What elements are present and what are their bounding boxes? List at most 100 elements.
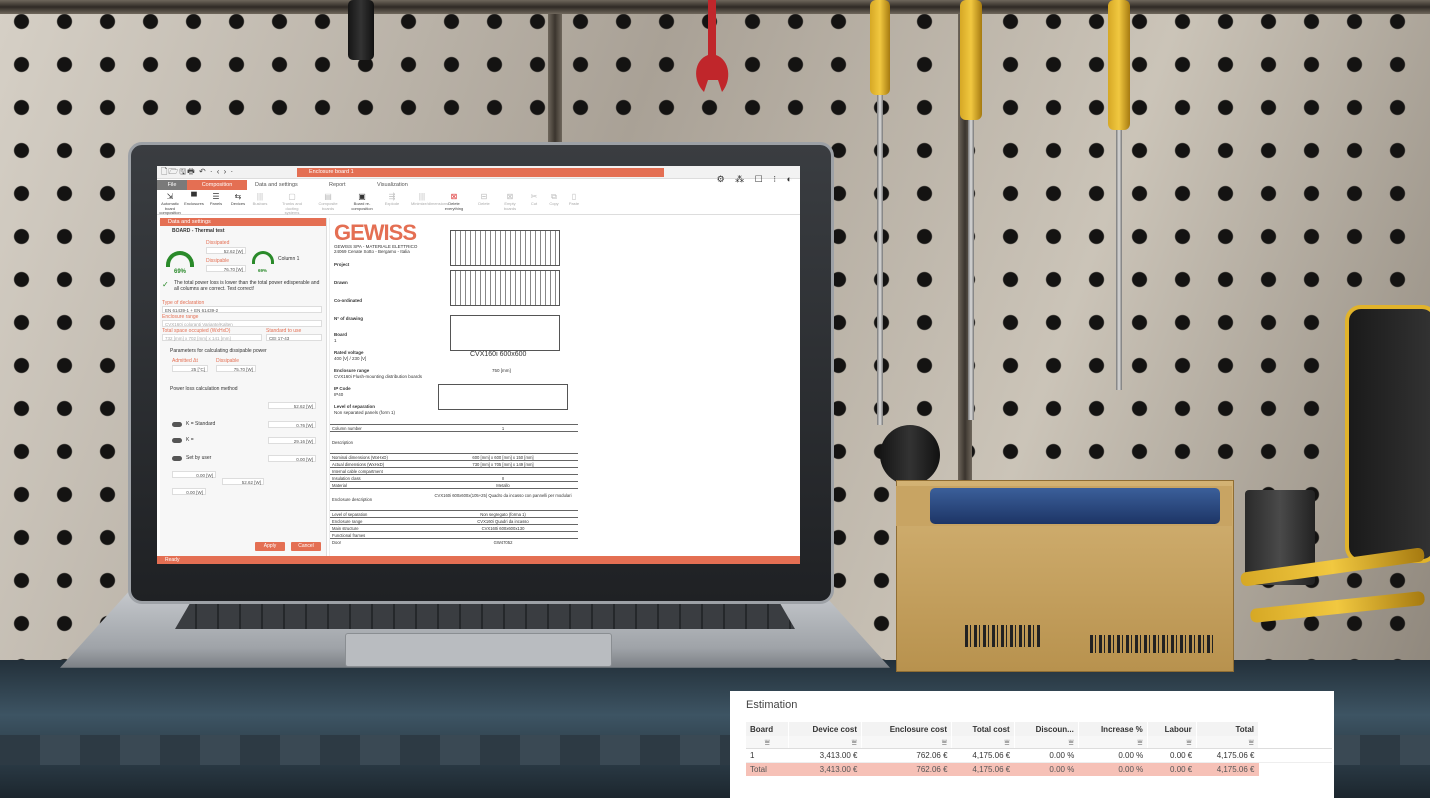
total-space-field: 732 [mm] x 702 [mm] x 141 [mm] [162, 334, 262, 341]
filter-icon[interactable]: ⩸ [1014, 736, 1079, 749]
test-message: The total power loss is lower than the t… [174, 280, 320, 292]
delete-button[interactable]: ⊟ Delete [473, 192, 495, 207]
total-cell: Total [746, 762, 789, 776]
table-cell: 4,175.06 € [951, 748, 1015, 763]
column-header[interactable]: Device cost [788, 722, 862, 736]
standard-select[interactable]: CEI 17-43 [266, 334, 322, 341]
dissipable-label: Dissipable [206, 258, 230, 264]
board-title: BOARD - Thermal test [172, 228, 225, 234]
enclosure-range-field: CVX160i coloranti Variante/Kalten [162, 320, 322, 327]
dissipated-field: 52.62 [W] [206, 247, 246, 254]
status-bar: Ready [157, 556, 800, 564]
screwdriver-handle [870, 0, 890, 95]
table-cell: 1 [746, 748, 789, 763]
explode-button[interactable]: ⇶ Explode [381, 192, 403, 207]
k-value-field[interactable]: 29.16 [W] [268, 437, 316, 444]
column-header[interactable]: Increase % [1078, 722, 1148, 736]
k-value-field[interactable]: 52.62 [W] [268, 402, 316, 409]
pliers [880, 425, 940, 485]
filter-icon[interactable]: ⩸ [861, 736, 953, 749]
enclosures-button[interactable]: ▀ Enclosures [183, 192, 205, 207]
type-declaration-select[interactable]: EN 61439-1 + EN 61439-2 [162, 306, 322, 313]
wrench [690, 0, 734, 100]
cancel-button[interactable]: Cancel [291, 542, 321, 551]
paste-button[interactable]: ▯ Paste [563, 192, 585, 207]
auto-composition-button[interactable]: ⇲ Automatic board composition [159, 192, 181, 216]
set-by-user-toggle[interactable] [172, 456, 182, 461]
table-cell: 762.06 € [861, 748, 952, 763]
filter-icon[interactable]: ⩸ [1147, 736, 1197, 749]
tab-report[interactable]: Report [329, 180, 346, 190]
recomposition-button[interactable]: ▣ Board re-composition [351, 192, 373, 211]
params-section-title[interactable]: Parameters for calculating dissipable po… [170, 348, 267, 354]
busbars-button[interactable]: ||| Busbars [249, 192, 271, 207]
screwdriver-shaft [1116, 130, 1122, 390]
table-row: Description [330, 431, 578, 454]
column-header[interactable]: Total [1196, 722, 1260, 736]
gauge-value: 69% [258, 268, 268, 273]
column-header[interactable]: Enclosure cost [861, 722, 953, 736]
cut-button[interactable]: ✂ Cut [523, 192, 545, 207]
k-toggle[interactable] [172, 438, 182, 443]
tab-composition[interactable]: Composition [187, 180, 247, 190]
column-header[interactable]: Board [746, 722, 790, 736]
menu-file[interactable]: File [157, 180, 187, 190]
set-by-user-label: Set by user [186, 455, 212, 461]
panels-button[interactable]: ☰ Panels [205, 192, 227, 207]
table-cell-label: Description [332, 440, 353, 445]
panel-header: Data and settings [160, 218, 326, 226]
copy-button[interactable]: ⧉ Copy [543, 192, 565, 207]
screwdriver-handle [960, 0, 982, 120]
filter-icon[interactable]: ⩸ [788, 736, 862, 749]
table-cell: 0.00 € [1147, 748, 1197, 763]
tab-data-settings[interactable]: Data and settings [255, 180, 298, 190]
dissipated-label: Dissipated [206, 240, 230, 246]
column-header[interactable]: Total cost [951, 722, 1015, 736]
document-tab[interactable]: Enclosure board 1 [297, 168, 664, 177]
enclosure-loss-field[interactable]: 0.00 [W] [172, 471, 216, 478]
admitted-select[interactable]: 25 [°C] [172, 365, 208, 372]
sheet-field-label: Co-ordinated [334, 298, 362, 303]
ribbon-toolbar: ⇲ Automatic board composition ▀ Enclosures… [157, 190, 800, 215]
k-value-field[interactable]: 0.76 [W] [268, 421, 316, 428]
tab-visualization[interactable]: Visualization [377, 180, 408, 190]
k-value-field[interactable]: 0.00 [W] [268, 455, 316, 462]
quick-access-icons[interactable]: 🗋🗁🖫🖶 ↶ · ‹ › · [161, 168, 234, 176]
devices-button[interactable]: ⇆ Devices [227, 192, 249, 207]
composite-boards-button[interactable]: ▤ Composite boards [317, 192, 339, 211]
column-header[interactable]: Discoun... [1014, 722, 1079, 736]
k-standard-toggle[interactable] [172, 422, 182, 427]
rack-row [450, 230, 560, 266]
app-window: 🗋🗁🖫🖶 ↶ · ‹ › · Enclosure board 1 ⚙ ⁂ ☐ ⁝… [157, 166, 800, 564]
sheet-field-value: CVX160i Flush-mounting distribution boar… [334, 374, 423, 379]
dissipable2-label: Dissipable [216, 358, 240, 364]
admitted-label: Admitted Δt [172, 358, 198, 364]
delete-everything-button[interactable]: ⊠ Delete everything [443, 192, 465, 211]
apply-button[interactable]: Apply [255, 542, 285, 551]
sheet-field-value: IP40 [334, 392, 344, 397]
additional-field[interactable]: 0.00 [W] [172, 488, 206, 495]
table-row[interactable]: 1 3,413.00 €762.06 €4,175.06 €0.00 % 0.00 … [746, 748, 1332, 763]
empty-cell [1258, 748, 1332, 763]
trunks-button[interactable]: ▢ Trunks and ducting systems [281, 192, 303, 216]
filter-icon[interactable]: ⩸ [746, 736, 790, 749]
empty-cell [1258, 736, 1332, 749]
empty-boards-button[interactable]: ⊠ Empty boards [499, 192, 521, 211]
gauge-icon [252, 251, 274, 264]
dissipated3-field: 52.62 [W] [222, 478, 264, 485]
total-cell: 0.00 % [1014, 762, 1079, 776]
filter-icon[interactable]: ⩸ [1078, 736, 1148, 749]
table-cell-value: GW47052 [493, 540, 513, 545]
minimize-button[interactable]: ||| Minimize/dimensions [411, 192, 448, 207]
table-row: Enclosure description CVX160i 600x600x(10… [330, 488, 578, 511]
column-header[interactable]: Labour [1147, 722, 1197, 736]
table-cell: 3,413.00 € [788, 748, 862, 763]
barcode [1090, 635, 1215, 653]
company-address: 24069 Cenate Sotto - Bergamo - Italia [334, 249, 410, 254]
gauge-value: 69% [174, 269, 187, 275]
rack-row [450, 315, 560, 351]
loss-section-title[interactable]: Power loss calculation method [170, 386, 238, 392]
total-cell: 3,413.00 € [788, 762, 862, 776]
filter-icon[interactable]: ⩸ [1196, 736, 1260, 749]
filter-icon[interactable]: ⩸ [951, 736, 1015, 749]
